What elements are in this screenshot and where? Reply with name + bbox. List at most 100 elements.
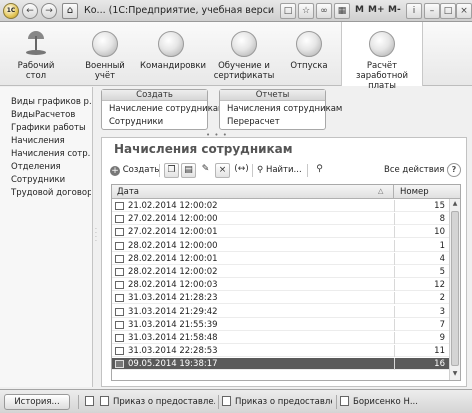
cell-date: 27.02.2014 12:00:01	[128, 227, 218, 238]
table-row[interactable]: 31.03.2014 21:29:42 3	[112, 305, 449, 318]
memory-m-minus-button[interactable]: M-	[388, 5, 401, 15]
post-documents-icon[interactable]: (↔)	[234, 163, 249, 178]
section-military[interactable]: Военный учёт	[84, 22, 126, 86]
section-circle-icon	[92, 31, 118, 57]
table-row[interactable]: 27.02.2014 12:00:01 10	[112, 226, 449, 239]
form-title: Начисления сотрудникам	[114, 142, 293, 156]
copy-icon[interactable]: ❐	[164, 163, 179, 178]
open-window-tab[interactable]: Борисенко Н...	[340, 394, 468, 410]
scroll-down-icon[interactable]: ▼	[451, 370, 459, 378]
calculator-icon[interactable]: ▦	[334, 3, 350, 19]
cell-number: 9	[439, 333, 445, 343]
help-button[interactable]: ?	[447, 163, 461, 177]
posted-document-icon	[115, 360, 124, 369]
table-row[interactable]: 31.03.2014 21:58:48 9	[112, 332, 449, 344]
taskbar-separator	[78, 395, 79, 409]
section-payroll[interactable]: Расчёт заработной платы	[341, 22, 423, 91]
minimize-icon[interactable]: –	[424, 3, 440, 19]
nav-item-employee-accruals[interactable]: Начисления сотр...	[11, 149, 91, 159]
panel-splitter-handle[interactable]: · · · ·	[95, 227, 98, 248]
nav-item-departments[interactable]: Отделения	[11, 162, 91, 172]
open-windows-icon[interactable]	[85, 394, 97, 410]
report-employee-accruals-link[interactable]: Начисления сотрудникам	[227, 104, 342, 114]
window-title: Ко... (1С:Предприятие, учебная версия)	[84, 5, 274, 16]
table-row[interactable]: 28.02.2014 12:00:02 5	[112, 266, 449, 278]
restore-icon[interactable]: □	[440, 3, 456, 19]
section-label: Обучение и сертификаты	[213, 61, 275, 81]
open-window-tab[interactable]: Приказ о предоставле...	[222, 394, 332, 410]
cell-date: 27.02.2014 12:00:00	[128, 214, 218, 225]
mark-delete-icon[interactable]: ×	[215, 163, 230, 178]
create-button[interactable]: + Создать	[110, 163, 159, 178]
table-row[interactable]: 31.03.2014 22:28:53 11	[112, 345, 449, 358]
nav-item-work-schedules[interactable]: Графики работы	[11, 123, 91, 133]
all-actions-label: Все действия	[384, 165, 445, 175]
cell-date: 28.02.2014 12:00:00	[128, 240, 218, 251]
home-icon[interactable]: ⌂	[62, 3, 78, 19]
table-row[interactable]: 28.02.2014 12:00:01 4	[112, 252, 449, 265]
nav-item-calc-types[interactable]: ВидыРасчетов	[11, 110, 91, 120]
table-row[interactable]: 28.02.2014 12:00:03 12	[112, 279, 449, 292]
app-logo-icon[interactable]: 1C	[3, 3, 19, 19]
document-icon[interactable]: □	[280, 3, 296, 19]
cell-number: 12	[434, 280, 445, 291]
cell-date: 31.03.2014 21:28:23	[128, 293, 218, 304]
all-actions-button[interactable]: Все действия ▾	[384, 163, 451, 178]
nav-item-accruals[interactable]: Начисления	[11, 136, 91, 146]
section-vacations[interactable]: Отпуска	[284, 22, 334, 86]
memory-m-button[interactable]: M	[355, 5, 364, 15]
column-divider	[394, 213, 395, 226]
cell-date: 31.03.2014 21:29:42	[128, 306, 218, 317]
column-divider	[394, 358, 395, 371]
scroll-up-icon[interactable]: ▲	[451, 200, 459, 208]
table-row[interactable]: 27.02.2014 12:00:00 8	[112, 213, 449, 226]
documents-table: Дата △ Номер 21.02.2014 12:00:02 15 27.02.…	[111, 184, 461, 381]
section-training[interactable]: Обучение и сертификаты	[212, 22, 276, 86]
add-group-icon[interactable]: ▤	[181, 163, 196, 178]
posted-document-icon	[115, 347, 124, 356]
table-row[interactable]: 31.03.2014 21:28:23 2	[112, 292, 449, 305]
report-recalculation-link[interactable]: Перерасчет	[227, 117, 280, 127]
scrollbar-thumb[interactable]	[451, 211, 459, 366]
cell-number: 15	[434, 201, 445, 211]
back-arrow-icon[interactable]: ←	[22, 3, 38, 19]
lamp-icon	[23, 30, 49, 56]
document-icon	[340, 396, 349, 406]
nav-item-schedule-types[interactable]: Виды графиков р...	[11, 97, 91, 107]
info-icon[interactable]: i	[406, 3, 422, 19]
history-button[interactable]: История...	[4, 394, 70, 410]
table-row[interactable]: 09.05.2014 19:38:17 16	[112, 358, 449, 371]
memory-m-plus-button[interactable]: M+	[368, 5, 385, 15]
search-icon: ⚲	[257, 165, 264, 175]
column-divider	[394, 292, 395, 305]
section-label: Расчёт заработной платы	[355, 61, 408, 91]
cell-number: 7	[439, 319, 445, 330]
cell-number: 11	[434, 346, 445, 357]
posted-document-icon	[115, 307, 124, 316]
open-window-tab[interactable]: Приказ о предоставле...	[100, 394, 215, 410]
cell-date: 21.02.2014 12:00:02	[128, 201, 218, 211]
table-row[interactable]: 21.02.2014 12:00:02 15	[112, 200, 449, 212]
create-employee-accrual-link[interactable]: Начисление сотрудникам	[109, 104, 224, 114]
link-icon[interactable]: ∞	[316, 3, 332, 19]
section-label: Военный учёт	[85, 61, 125, 81]
star-icon[interactable]: ☆	[298, 3, 314, 19]
edit-pencil-icon[interactable]: ✎	[198, 163, 213, 178]
column-header-date[interactable]: Дата	[112, 185, 394, 199]
section-desktop[interactable]: Рабочий стол	[10, 22, 62, 86]
sections-panel: Рабочий стол Военный учёт Командировки О…	[0, 22, 472, 91]
find-button[interactable]: ⚲ Найти...	[257, 163, 302, 178]
forward-arrow-icon[interactable]: →	[41, 3, 57, 19]
nav-item-employees[interactable]: Сотрудники	[11, 175, 91, 185]
nav-item-labor-contract[interactable]: Трудовой договор	[11, 188, 91, 198]
create-employees-link[interactable]: Сотрудники	[109, 117, 163, 127]
section-trips[interactable]: Командировки	[140, 22, 206, 86]
section-circle-icon	[296, 31, 322, 57]
table-row[interactable]: 31.03.2014 21:55:39 7	[112, 318, 449, 331]
column-divider	[394, 318, 395, 331]
vertical-scrollbar[interactable]: ▲ ▼	[449, 199, 460, 380]
cancel-search-icon[interactable]: ⚲	[312, 163, 327, 178]
close-icon[interactable]: ×	[456, 3, 472, 19]
column-header-number[interactable]: Номер	[395, 185, 449, 199]
table-row[interactable]: 28.02.2014 12:00:00 1	[112, 239, 449, 252]
